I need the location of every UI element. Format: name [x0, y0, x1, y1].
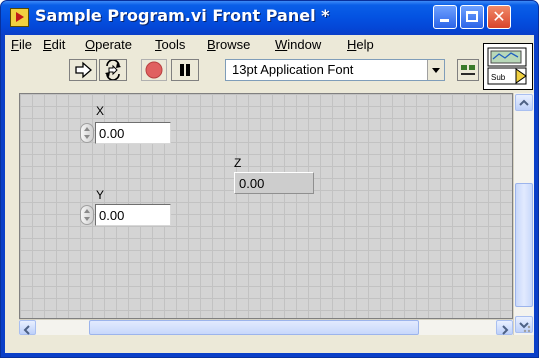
increment-decrement-icon[interactable]	[80, 205, 94, 225]
run-continuously-button[interactable]	[99, 59, 127, 81]
scroll-up-button[interactable]	[515, 94, 533, 111]
vertical-scrollbar[interactable]	[513, 93, 534, 335]
pause-button[interactable]	[171, 59, 199, 81]
menu-bar: File Edit Operate Tools Browse Window He…	[5, 35, 485, 55]
horizontal-scrollbar[interactable]	[19, 319, 513, 335]
scroll-left-button[interactable]	[19, 320, 36, 335]
align-objects-icon	[461, 65, 475, 75]
close-button[interactable]: ✕	[487, 5, 511, 29]
font-select-value: 13pt Application Font	[232, 62, 354, 77]
menu-edit[interactable]: Edit	[43, 37, 65, 52]
font-select[interactable]: 13pt Application Font	[225, 59, 445, 81]
increment-decrement-icon[interactable]	[80, 123, 94, 143]
vi-icon-label: Sub	[491, 73, 506, 82]
menu-file[interactable]: File	[11, 37, 32, 52]
numeric-field-y[interactable]: 0.00	[95, 204, 171, 226]
menu-window[interactable]: Window	[275, 37, 321, 52]
abort-button[interactable]	[141, 59, 167, 81]
minimize-icon	[440, 19, 449, 22]
scroll-right-button[interactable]	[496, 320, 513, 335]
chevron-up-icon	[519, 99, 529, 106]
vi-icon-pane[interactable]: Sub	[483, 43, 533, 90]
toolbar: 13pt Application Font	[5, 57, 485, 83]
chevron-down-icon	[432, 68, 440, 73]
app-window: Sample Program.vi Front Panel * ✕ File E…	[0, 0, 539, 358]
title-bar[interactable]: Sample Program.vi Front Panel * ✕	[1, 1, 538, 35]
minimize-button[interactable]	[433, 5, 457, 29]
run-button[interactable]	[69, 59, 97, 81]
close-icon: ✕	[492, 7, 506, 26]
front-panel[interactable]: X 0.00 Z 0.00 Y 0.00	[19, 93, 513, 319]
numeric-indicator-z: 0.00	[234, 172, 314, 194]
run-continuously-icon	[105, 60, 121, 80]
numeric-field-x[interactable]: 0.00	[95, 122, 171, 144]
window-title: Sample Program.vi Front Panel *	[35, 6, 330, 25]
maximize-button[interactable]	[460, 5, 484, 29]
vertical-scroll-thumb[interactable]	[515, 183, 533, 307]
horizontal-scroll-thumb[interactable]	[89, 320, 419, 335]
control-x-label: X	[96, 104, 105, 118]
menu-tools[interactable]: Tools	[155, 37, 185, 52]
chevron-right-icon	[502, 325, 509, 335]
run-arrow-icon	[75, 61, 92, 79]
labview-app-icon[interactable]	[10, 8, 29, 27]
window-client: File Edit Operate Tools Browse Window He…	[5, 35, 534, 353]
abort-icon	[145, 61, 163, 79]
indicator-z-label: Z	[234, 156, 242, 170]
maximize-icon	[466, 11, 478, 22]
menu-browse[interactable]: Browse	[207, 37, 250, 52]
menu-operate[interactable]: Operate	[85, 37, 132, 52]
vi-connector-icon: Sub	[487, 47, 527, 85]
font-select-dropdown-button[interactable]	[427, 60, 444, 80]
control-y-label: Y	[96, 188, 105, 202]
align-objects-button[interactable]	[457, 59, 479, 81]
pause-icon	[180, 64, 190, 76]
menu-help[interactable]: Help	[347, 37, 374, 52]
resize-grip-icon[interactable]	[513, 319, 534, 335]
chevron-left-icon	[23, 325, 30, 335]
